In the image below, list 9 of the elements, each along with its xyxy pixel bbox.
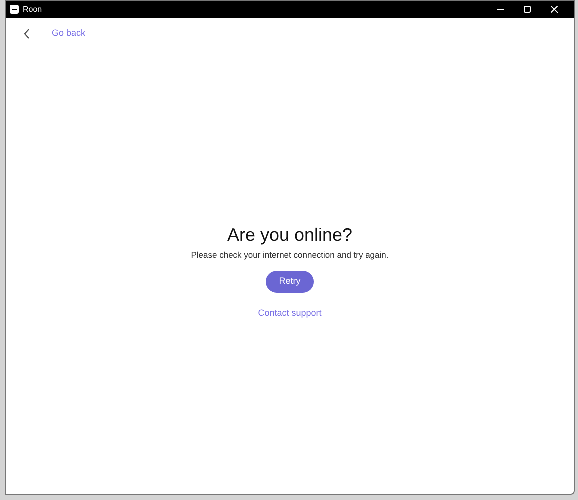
app-icon	[10, 5, 19, 14]
go-back-link[interactable]: Go back	[52, 27, 86, 41]
window-title: Roon	[23, 4, 42, 16]
maximize-icon[interactable]	[524, 6, 531, 13]
close-icon[interactable]	[551, 6, 558, 13]
message-title: Are you online?	[227, 224, 353, 246]
message-text: Please check your internet connection and try again.	[191, 249, 389, 262]
retry-button[interactable]: Retry	[266, 270, 314, 293]
support-link[interactable]: Contact support	[258, 306, 322, 320]
